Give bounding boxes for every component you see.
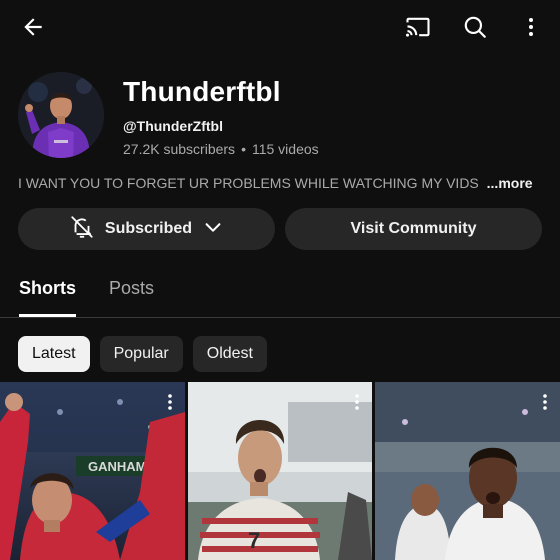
more-vert-icon[interactable]: [350, 392, 364, 412]
more-vert-icon[interactable]: [163, 392, 177, 412]
subscriber-count: 27.2K subscribers: [123, 141, 236, 157]
active-tab-indicator: [19, 314, 76, 317]
sort-chips: Latest Popular Oldest: [18, 336, 267, 372]
more-vert-icon[interactable]: [511, 7, 551, 47]
tab-shorts[interactable]: Shorts: [19, 278, 76, 299]
subscribed-label: Subscribed: [104, 220, 193, 237]
visit-community-button[interactable]: Visit Community: [285, 208, 542, 250]
channel-handle: @ThunderZftbl: [123, 118, 223, 134]
stats-separator: •: [241, 141, 246, 157]
chip-oldest[interactable]: Oldest: [192, 336, 267, 372]
short-thumbnail[interactable]: 7: [188, 382, 372, 560]
channel-stats: 27.2K subscribers • 115 videos: [123, 141, 319, 157]
description-text: I WANT YOU TO FORGET UR PROBLEMS WHILE W…: [18, 175, 479, 191]
short-thumbnail[interactable]: GANHAMOS: [0, 382, 185, 560]
top-app-bar: [0, 0, 560, 54]
channel-name: Thunderftbl: [123, 76, 281, 107]
bell-off-icon: [69, 214, 95, 245]
video-count: 115 videos: [251, 141, 319, 157]
short-thumbnail[interactable]: [375, 382, 560, 560]
channel-header: Thunderftbl @ThunderZftbl 27.2K subscrib…: [18, 72, 548, 162]
channel-avatar[interactable]: [18, 72, 104, 158]
channel-tabs: Shorts Posts: [0, 266, 560, 318]
back-arrow-icon[interactable]: [13, 7, 53, 47]
chevron-down-icon: [202, 216, 224, 243]
description-more-link[interactable]: ...more: [487, 175, 533, 191]
cast-icon[interactable]: [398, 7, 438, 47]
search-icon[interactable]: [455, 7, 495, 47]
tab-posts[interactable]: Posts: [109, 278, 154, 299]
shorts-grid: GANHAMOS 7: [0, 382, 560, 560]
jersey-number: 7: [248, 528, 260, 553]
chip-popular[interactable]: Popular: [99, 336, 183, 372]
more-vert-icon[interactable]: [538, 392, 552, 412]
subscribed-button[interactable]: Subscribed: [18, 208, 275, 250]
chip-latest[interactable]: Latest: [18, 336, 90, 372]
channel-description[interactable]: I WANT YOU TO FORGET UR PROBLEMS WHILE W…: [18, 175, 548, 191]
